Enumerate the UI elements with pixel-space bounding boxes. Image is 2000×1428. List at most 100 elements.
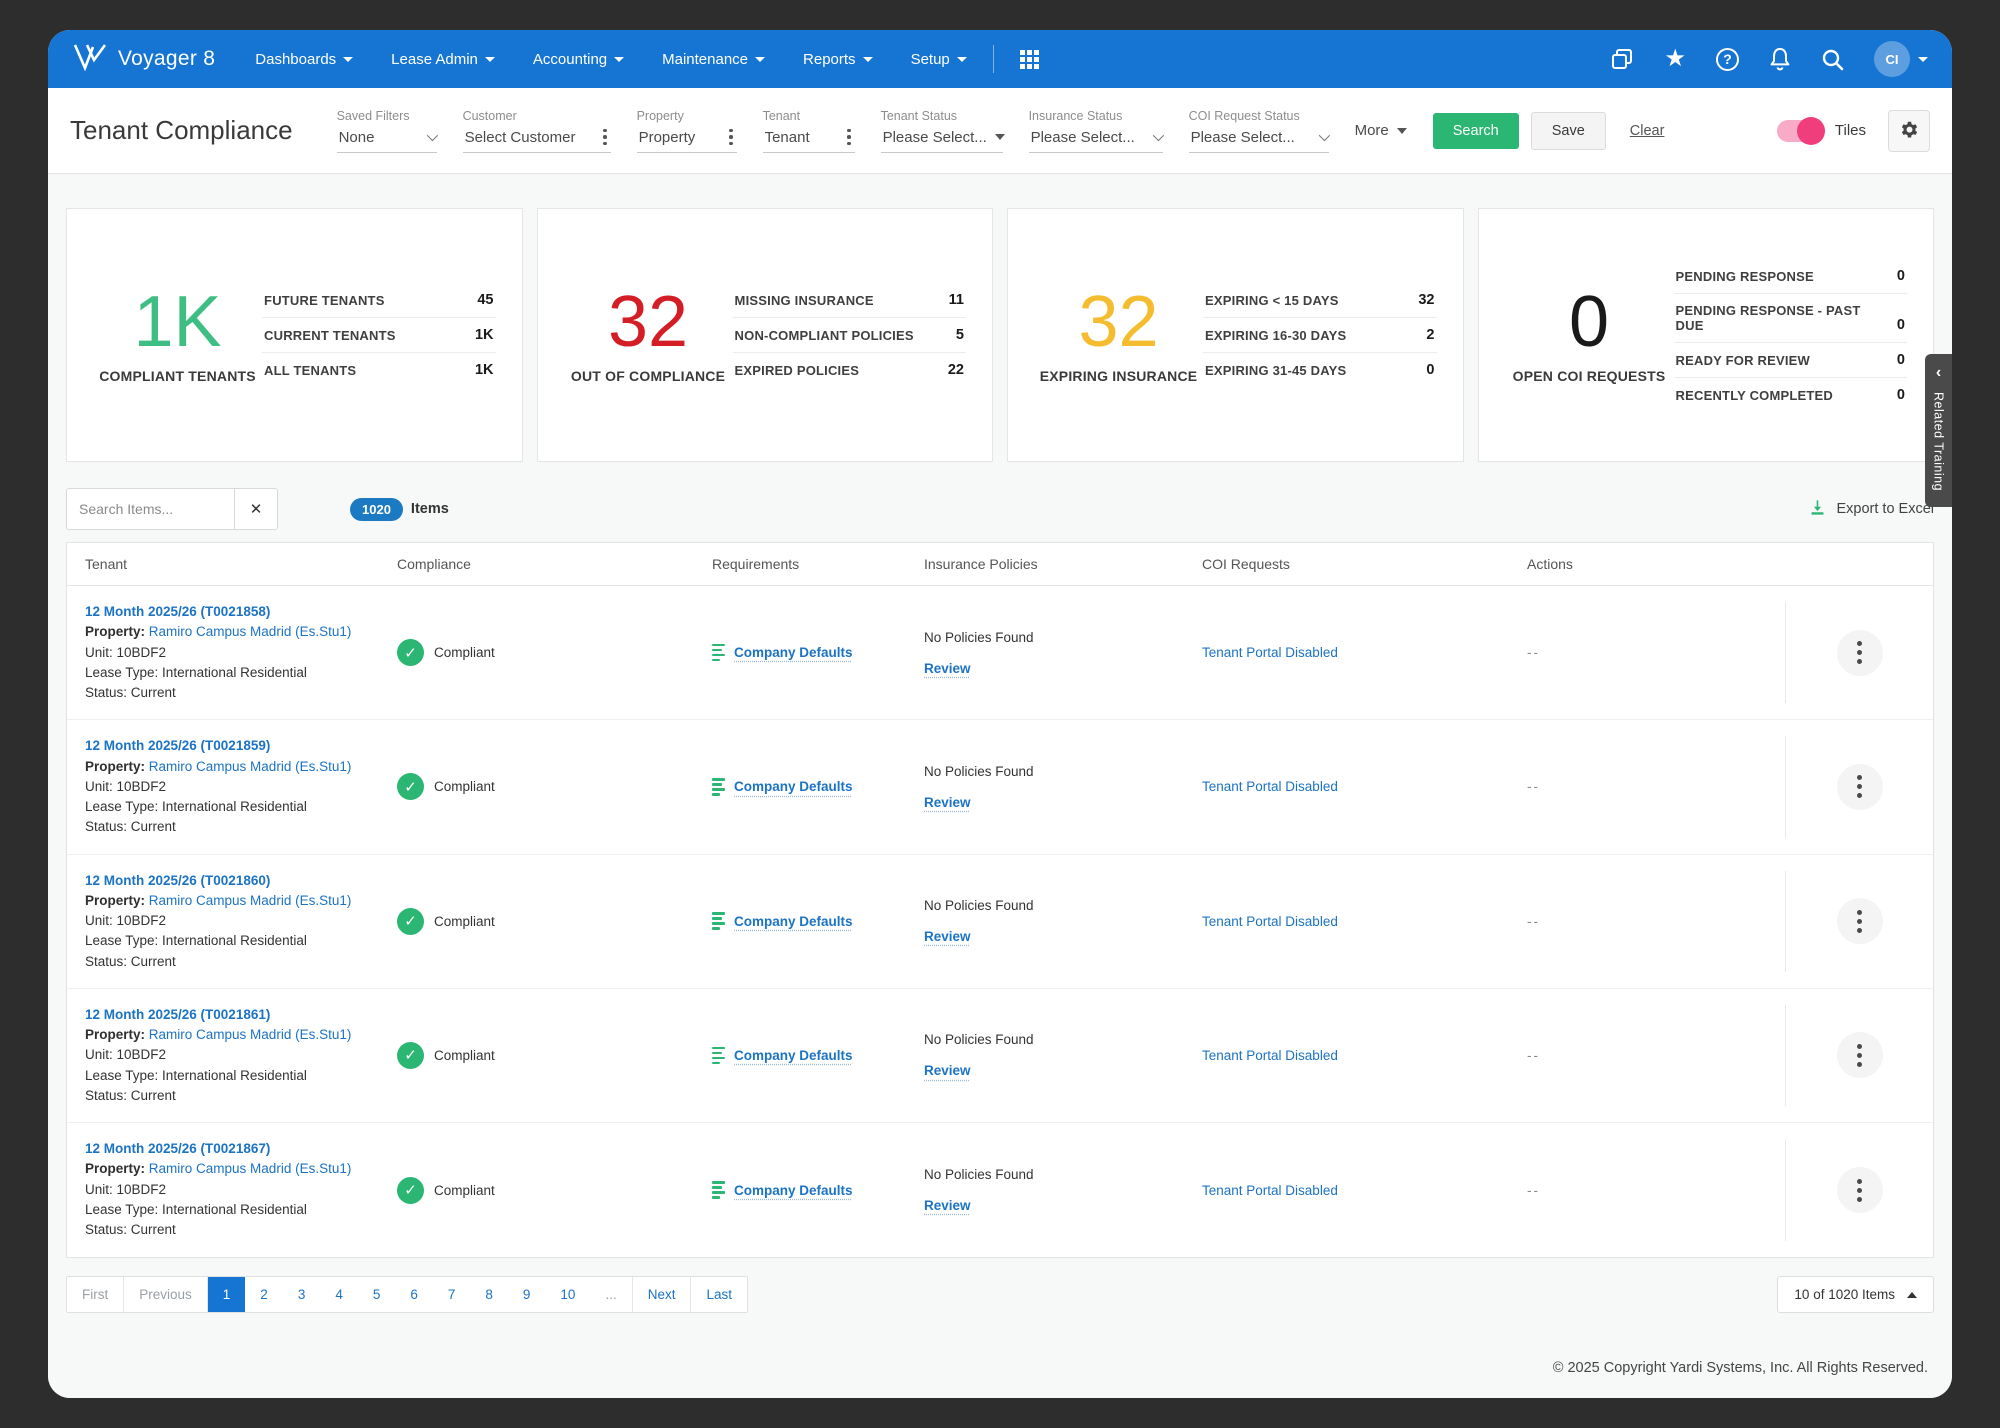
page-4[interactable]: 4	[320, 1277, 358, 1312]
export-to-excel-button[interactable]: Export to Excel	[1808, 498, 1934, 521]
nav-item-reports[interactable]: Reports	[803, 51, 873, 68]
page-8[interactable]: 8	[470, 1277, 508, 1312]
row-menu-button[interactable]	[1837, 1032, 1883, 1078]
column-header-requirements[interactable]: Requirements	[712, 556, 924, 572]
page-previous[interactable]: Previous	[124, 1277, 208, 1312]
nav-item-maintenance[interactable]: Maintenance	[662, 51, 765, 68]
items-per-page-select[interactable]: 10 of 1020 Items	[1777, 1276, 1934, 1313]
kpi-tile-open-coi-requests[interactable]: 0 OPEN COI REQUESTS PENDING RESPONSE0 PE…	[1478, 208, 1935, 462]
coi-status-link[interactable]: Tenant Portal Disabled	[1202, 1048, 1338, 1063]
kpi-stat-row[interactable]: PENDING RESPONSE - PAST DUE0	[1674, 294, 1907, 343]
page-1[interactable]: 1	[208, 1277, 246, 1312]
coi-status-link[interactable]: Tenant Portal Disabled	[1202, 1183, 1338, 1198]
kpi-stat-row[interactable]: PENDING RESPONSE0	[1674, 259, 1907, 294]
kpi-tile-out-of-compliance[interactable]: 32 OUT OF COMPLIANCE MISSING INSURANCE11…	[537, 208, 994, 462]
kpi-stat-row[interactable]: CURRENT TENANTS1K	[262, 318, 495, 353]
property-link[interactable]: Ramiro Campus Madrid (Es.Stu1)	[149, 624, 352, 639]
tenant-link[interactable]: 12 Month 2025/26 (T0021859)	[85, 736, 397, 756]
column-header-coi-requests[interactable]: COI Requests	[1202, 556, 1527, 572]
clear-link[interactable]: Clear	[1630, 123, 1665, 139]
property-select[interactable]: Property	[637, 126, 737, 153]
page-6[interactable]: 6	[395, 1277, 433, 1312]
tenant-select[interactable]: Tenant	[763, 126, 855, 153]
nav-item-dashboards[interactable]: Dashboards	[255, 51, 353, 68]
tenant-link[interactable]: 12 Month 2025/26 (T0021867)	[85, 1139, 397, 1159]
page-2[interactable]: 2	[245, 1277, 283, 1312]
property-link[interactable]: Ramiro Campus Madrid (Es.Stu1)	[149, 759, 352, 774]
apps-grid-icon[interactable]	[1020, 50, 1039, 69]
saved-filters-select[interactable]: None	[337, 126, 437, 153]
column-header-insurance-policies[interactable]: Insurance Policies	[924, 556, 1202, 572]
brand[interactable]: Voyager 8	[72, 43, 215, 76]
search-items-input[interactable]	[66, 488, 234, 530]
kpi-stat-row[interactable]: EXPIRING < 15 DAYS32	[1203, 283, 1436, 318]
company-defaults-link[interactable]: Company Defaults	[734, 1048, 853, 1063]
property-link[interactable]: Ramiro Campus Madrid (Es.Stu1)	[149, 1027, 352, 1042]
page-10[interactable]: 10	[545, 1277, 590, 1312]
row-menu-button[interactable]	[1837, 630, 1883, 676]
tenant-link[interactable]: 12 Month 2025/26 (T0021861)	[85, 1005, 397, 1025]
tenant-link[interactable]: 12 Month 2025/26 (T0021860)	[85, 871, 397, 891]
company-defaults-link[interactable]: Company Defaults	[734, 645, 853, 660]
row-menu-button[interactable]	[1837, 1167, 1883, 1213]
kpi-stat-row[interactable]: RECENTLY COMPLETED0	[1674, 378, 1907, 412]
clear-search-button[interactable]: ✕	[234, 488, 278, 530]
kpi-stat-row[interactable]: READY FOR REVIEW0	[1674, 343, 1907, 378]
page-next[interactable]: Next	[632, 1277, 691, 1312]
coi-status-link[interactable]: Tenant Portal Disabled	[1202, 779, 1338, 794]
company-defaults-link[interactable]: Company Defaults	[734, 1183, 853, 1198]
column-header-actions[interactable]: Actions	[1527, 556, 1785, 572]
kpi-tile-expiring-insurance[interactable]: 32 EXPIRING INSURANCE EXPIRING < 15 DAYS…	[1007, 208, 1464, 462]
review-link[interactable]: Review	[924, 1063, 971, 1078]
page-last[interactable]: Last	[690, 1277, 747, 1312]
kpi-stat-row[interactable]: MISSING INSURANCE11	[733, 283, 966, 318]
review-link[interactable]: Review	[924, 1198, 971, 1213]
property-link[interactable]: Ramiro Campus Madrid (Es.Stu1)	[149, 893, 352, 908]
kpi-stat-row[interactable]: FUTURE TENANTS45	[262, 283, 495, 318]
customer-select[interactable]: Select Customer	[463, 126, 611, 153]
row-menu-button[interactable]	[1837, 764, 1883, 810]
status-text: Status: Current	[85, 683, 397, 703]
property-link[interactable]: Ramiro Campus Madrid (Es.Stu1)	[149, 1161, 352, 1176]
tiles-toggle[interactable]	[1777, 120, 1823, 142]
review-link[interactable]: Review	[924, 929, 971, 944]
column-header-tenant[interactable]: Tenant	[67, 556, 397, 572]
nav-item-accounting[interactable]: Accounting	[533, 51, 624, 68]
page-5[interactable]: 5	[358, 1277, 396, 1312]
help-icon[interactable]: ?	[1716, 48, 1739, 71]
coi-status-link[interactable]: Tenant Portal Disabled	[1202, 645, 1338, 660]
review-link[interactable]: Review	[924, 661, 971, 676]
page-9[interactable]: 9	[508, 1277, 546, 1312]
kpi-stat-row[interactable]: NON-COMPLIANT POLICIES5	[733, 318, 966, 353]
favorites-star-icon[interactable]: ★	[1664, 47, 1686, 71]
more-filters-button[interactable]: More	[1355, 122, 1407, 139]
kpi-tile-compliant-tenants[interactable]: 1K COMPLIANT TENANTS FUTURE TENANTS45 CU…	[66, 208, 523, 462]
insurance-status-select[interactable]: Please Select...	[1029, 126, 1163, 153]
page-3[interactable]: 3	[283, 1277, 321, 1312]
search-button[interactable]: Search	[1433, 113, 1519, 149]
user-menu[interactable]: CI	[1874, 41, 1928, 77]
notifications-bell-icon[interactable]	[1769, 47, 1791, 71]
coi-request-status-select[interactable]: Please Select...	[1189, 126, 1329, 153]
search-icon[interactable]	[1821, 48, 1844, 71]
related-training-tab[interactable]: ‹ Related Training	[1925, 354, 1952, 507]
page-7[interactable]: 7	[433, 1277, 471, 1312]
nav-item-lease-admin[interactable]: Lease Admin	[391, 51, 495, 68]
pages-icon[interactable]	[1610, 47, 1634, 71]
kpi-stat-row[interactable]: EXPIRED POLICIES22	[733, 353, 966, 387]
column-header-compliance[interactable]: Compliance	[397, 556, 712, 572]
review-link[interactable]: Review	[924, 795, 971, 810]
coi-status-link[interactable]: Tenant Portal Disabled	[1202, 914, 1338, 929]
page-first[interactable]: First	[67, 1277, 124, 1312]
save-button[interactable]: Save	[1531, 112, 1606, 150]
company-defaults-link[interactable]: Company Defaults	[734, 914, 853, 929]
kpi-stat-row[interactable]: EXPIRING 31-45 DAYS0	[1203, 353, 1436, 387]
company-defaults-link[interactable]: Company Defaults	[734, 779, 853, 794]
settings-button[interactable]	[1888, 110, 1930, 152]
row-menu-button[interactable]	[1837, 898, 1883, 944]
tenant-link[interactable]: 12 Month 2025/26 (T0021858)	[85, 602, 397, 622]
nav-item-setup[interactable]: Setup	[911, 51, 967, 68]
kpi-stat-row[interactable]: EXPIRING 16-30 DAYS2	[1203, 318, 1436, 353]
tenant-status-select[interactable]: Please Select...	[881, 126, 1003, 153]
kpi-stat-row[interactable]: ALL TENANTS1K	[262, 353, 495, 387]
